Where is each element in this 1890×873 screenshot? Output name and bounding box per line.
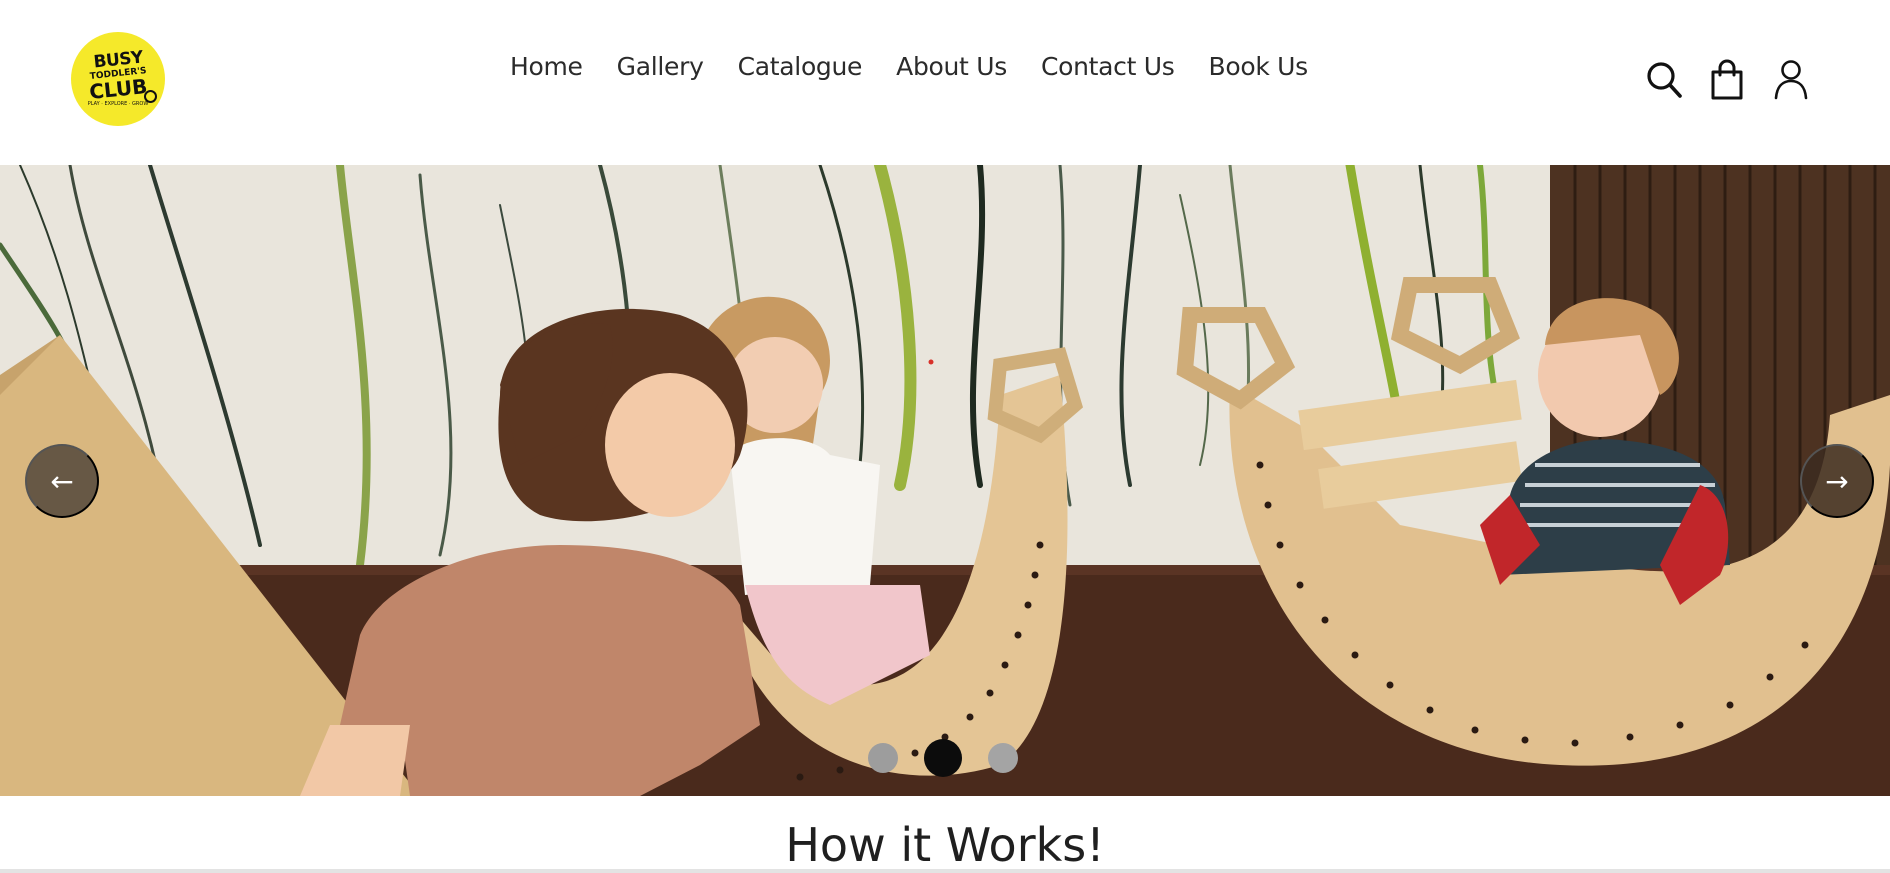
logo-dot [144,90,157,103]
nav-contact-us[interactable]: Contact Us [1041,52,1175,81]
nav-gallery[interactable]: Gallery [617,52,704,81]
divider [0,869,1890,873]
slide-dot-1[interactable] [868,743,898,773]
nav-book-us[interactable]: Book Us [1208,52,1308,81]
slide-dot-2-active[interactable] [924,739,962,777]
prev-slide-button[interactable]: ← [25,444,99,518]
brand-logo[interactable]: BUSY TODDLER'S CLUB PLAY · EXPLORE · GRO… [71,32,165,126]
logo-text: BUSY TODDLER'S CLUB PLAY · EXPLORE · GRO… [87,46,149,107]
shopping-bag-icon[interactable] [1707,58,1749,102]
search-icon[interactable] [1644,58,1686,102]
user-icon[interactable] [1771,58,1813,102]
hero-slider [0,165,1890,796]
hero-image [0,165,1890,796]
nav-about-us[interactable]: About Us [896,52,1007,81]
site-header: BUSY TODDLER'S CLUB PLAY · EXPLORE · GRO… [0,0,1890,165]
nav-catalogue[interactable]: Catalogue [738,52,863,81]
section-title: How it Works! [785,818,1105,872]
slide-dot-3[interactable] [988,743,1018,773]
next-slide-button[interactable]: → [1800,444,1874,518]
main-nav: Home Gallery Catalogue About Us Contact … [510,52,1342,81]
nav-home[interactable]: Home [510,52,583,81]
